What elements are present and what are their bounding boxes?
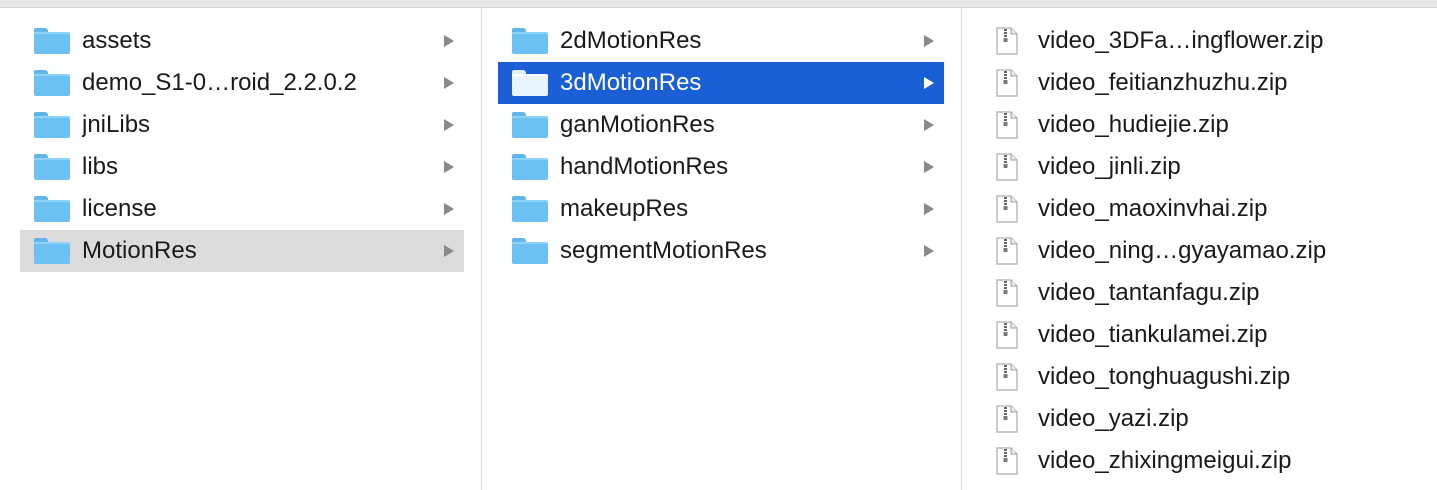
folder-icon (512, 154, 548, 180)
file-name: video_jinli.zip (1038, 153, 1181, 180)
zip-archive-icon (996, 69, 1018, 97)
column-divider[interactable] (961, 8, 962, 490)
folder-row[interactable]: handMotionRes (498, 146, 944, 188)
folder-row[interactable]: makeupRes (498, 188, 944, 230)
folder-name: license (82, 195, 157, 222)
folder-icon (34, 112, 70, 138)
folder-row[interactable]: libs (20, 146, 464, 188)
folder-name: 3dMotionRes (560, 69, 702, 96)
file-name: video_tantanfagu.zip (1038, 279, 1260, 306)
folder-row[interactable]: demo_S1-0…roid_2.2.0.2 (20, 62, 464, 104)
file-name: video_tonghuagushi.zip (1038, 363, 1291, 390)
column-divider[interactable] (481, 8, 482, 490)
disclosure-arrow-icon (444, 119, 454, 131)
file-row[interactable]: video_zhixingmeigui.zip (976, 440, 1421, 482)
folder-row[interactable]: 3dMotionRes (498, 62, 944, 104)
file-row[interactable]: video_feitianzhuzhu.zip (976, 62, 1421, 104)
disclosure-arrow-icon (444, 35, 454, 47)
folder-row[interactable]: license (20, 188, 464, 230)
zip-archive-icon (996, 195, 1018, 223)
file-row[interactable]: video_tonghuagushi.zip (976, 356, 1421, 398)
column-motionres[interactable]: 2dMotionRes 3dMotionRes ganMotionRes handMo… (498, 8, 944, 490)
zip-archive-icon (996, 279, 1018, 307)
file-name: video_tiankulamei.zip (1038, 321, 1268, 348)
file-row[interactable]: video_hudiejie.zip (976, 104, 1421, 146)
folder-icon (512, 196, 548, 222)
disclosure-arrow-icon (924, 119, 934, 131)
folder-icon (34, 70, 70, 96)
folder-row[interactable]: 2dMotionRes (498, 20, 944, 62)
folder-name: jniLibs (82, 111, 151, 138)
folder-icon (34, 28, 70, 54)
folder-row[interactable]: ganMotionRes (498, 104, 944, 146)
folder-name: segmentMotionRes (560, 237, 767, 264)
disclosure-arrow-icon (924, 203, 934, 215)
zip-archive-icon (996, 153, 1018, 181)
folder-row[interactable]: assets (20, 20, 464, 62)
folder-name: assets (82, 27, 152, 54)
folder-row[interactable]: jniLibs (20, 104, 464, 146)
file-row[interactable]: video_tantanfagu.zip (976, 272, 1421, 314)
folder-row[interactable]: segmentMotionRes (498, 230, 944, 272)
folder-name: ganMotionRes (560, 111, 715, 138)
disclosure-arrow-icon (444, 203, 454, 215)
toolbar-edge (0, 0, 1437, 8)
file-name: video_feitianzhuzhu.zip (1038, 69, 1288, 96)
zip-archive-icon (996, 447, 1018, 475)
folder-row[interactable]: MotionRes (20, 230, 464, 272)
folder-icon (512, 28, 548, 54)
folder-icon (34, 238, 70, 264)
file-row[interactable]: video_yazi.zip (976, 398, 1421, 440)
folder-name: demo_S1-0…roid_2.2.0.2 (82, 69, 357, 96)
zip-archive-icon (996, 111, 1018, 139)
zip-archive-icon (996, 363, 1018, 391)
disclosure-arrow-icon (924, 77, 934, 89)
disclosure-arrow-icon (444, 77, 454, 89)
disclosure-arrow-icon (924, 161, 934, 173)
file-row[interactable]: video_ning…gyayamao.zip (976, 230, 1421, 272)
disclosure-arrow-icon (444, 245, 454, 257)
file-row[interactable]: video_3DFa…ingflower.zip (976, 20, 1421, 62)
file-name: video_3DFa…ingflower.zip (1038, 27, 1324, 54)
folder-name: MotionRes (82, 237, 197, 264)
folder-icon (34, 154, 70, 180)
folder-name: makeupRes (560, 195, 689, 222)
file-row[interactable]: video_tiankulamei.zip (976, 314, 1421, 356)
folder-name: 2dMotionRes (560, 27, 702, 54)
file-name: video_yazi.zip (1038, 405, 1189, 432)
disclosure-arrow-icon (924, 245, 934, 257)
zip-archive-icon (996, 27, 1018, 55)
disclosure-arrow-icon (444, 161, 454, 173)
disclosure-arrow-icon (924, 35, 934, 47)
zip-archive-icon (996, 405, 1018, 433)
zip-archive-icon (996, 321, 1018, 349)
file-name: video_maoxinvhai.zip (1038, 195, 1268, 222)
zip-archive-icon (996, 237, 1018, 265)
file-name: video_zhixingmeigui.zip (1038, 447, 1292, 474)
folder-name: libs (82, 153, 119, 180)
file-row[interactable]: video_maoxinvhai.zip (976, 188, 1421, 230)
column-root[interactable]: assets demo_S1-0…roid_2.2.0.2 jniLibs libs l… (20, 8, 464, 490)
file-name: video_hudiejie.zip (1038, 111, 1229, 138)
folder-name: handMotionRes (560, 153, 729, 180)
file-name: video_ning…gyayamao.zip (1038, 237, 1327, 264)
folder-icon (512, 238, 548, 264)
folder-icon (512, 112, 548, 138)
folder-icon (34, 196, 70, 222)
file-row[interactable]: video_jinli.zip (976, 146, 1421, 188)
folder-icon (512, 70, 548, 96)
column-3dmotionres[interactable]: video_3DFa…ingflower.zip video_feitianzhu… (976, 8, 1421, 490)
